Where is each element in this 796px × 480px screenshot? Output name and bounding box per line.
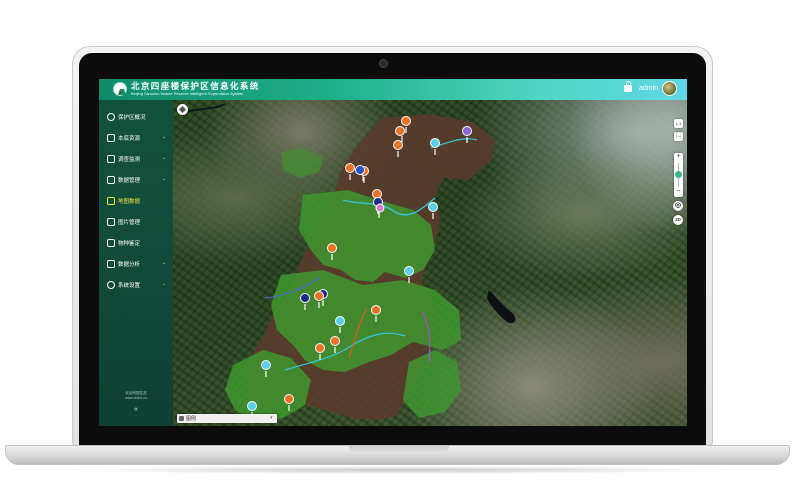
fullscreen-button[interactable]: ⛶ [674, 132, 683, 141]
base-notch [349, 446, 449, 454]
sidebar-item-survey-monitoring[interactable]: 调查监测 ⌄ [99, 150, 173, 170]
sidebar: 保护区概况 本底资源 ⌄ 调查监测 ⌄ 数据管理 ⌄ 地图数据 图片管理 物种鉴… [99, 100, 173, 426]
username[interactable]: admin [639, 85, 658, 92]
reserve-buffer-zone [281, 148, 323, 178]
laptop-base [5, 445, 790, 465]
layer-switch-button[interactable] [177, 104, 188, 115]
lock-icon[interactable] [624, 81, 632, 92]
species-icon [107, 239, 115, 247]
view-mode-toggle[interactable]: 2D [673, 215, 683, 225]
map-icon [107, 197, 115, 205]
database-icon [107, 176, 115, 184]
river [184, 103, 226, 113]
scale-button[interactable]: 1:1 [674, 119, 683, 128]
sidebar-item-baseline-resources[interactable]: 本底资源 ⌄ [99, 129, 173, 149]
locate-button[interactable]: ◎ [673, 201, 683, 211]
sidebar-item-label: 调查监测 [118, 157, 141, 163]
analysis-icon [107, 260, 115, 268]
chevron-down-icon: ⌄ [162, 281, 167, 287]
app-screen: 北京四座楼保护区信息化系统 Beijing Sizuolou Nature Re… [99, 79, 687, 426]
sidebar-item-label: 数据管理 [118, 178, 141, 184]
chevron-down-icon: ⌄ [162, 176, 167, 182]
chevron-down-icon: ⌄ [162, 134, 167, 140]
sidebar-item-label: 地图数据 [118, 199, 141, 205]
zoom-in-button[interactable]: + [674, 153, 683, 160]
monitor-icon [107, 155, 115, 163]
reserve-logo-icon [113, 82, 127, 96]
sidebar-item-image-management[interactable]: 图片管理 [99, 213, 173, 233]
system-subtitle: Beijing Sizuolou Nature Reserve Intellig… [131, 91, 244, 96]
webcam-icon [379, 59, 388, 68]
legend-dropdown[interactable]: 图例 ▾ [177, 414, 277, 423]
sidebar-item-system-settings[interactable]: 系统设置 ⌄ [99, 276, 173, 296]
sidebar-item-label: 图片管理 [118, 220, 141, 226]
zoom-control: + − [674, 153, 683, 197]
zoom-slider-handle[interactable] [675, 171, 682, 178]
legend-icon [179, 416, 184, 421]
chevron-down-icon: ⌄ [162, 155, 167, 161]
footer-website[interactable]: www.zhibit.cn [99, 396, 173, 400]
sidebar-item-label: 本底资源 [118, 136, 141, 142]
chevron-down-icon: ▾ [270, 415, 273, 421]
layers-icon [178, 105, 187, 114]
gear-icon [107, 281, 115, 289]
folder-icon [107, 134, 115, 142]
sidebar-item-label: 保护区概况 [118, 115, 146, 121]
sidebar-item-label: 数据分析 [118, 262, 141, 268]
collapse-sidebar-button[interactable]: « [99, 406, 173, 413]
map-overlay [184, 103, 516, 422]
sidebar-item-overview[interactable]: 保护区概况 [99, 108, 173, 128]
sidebar-item-species-identification[interactable]: 物种鉴定 [99, 234, 173, 254]
sidebar-item-data-analysis[interactable]: 数据分析 ⌄ [99, 255, 173, 275]
sidebar-item-data-management[interactable]: 数据管理 ⌄ [99, 171, 173, 191]
zoom-out-button[interactable]: − [674, 188, 683, 195]
info-icon [107, 113, 115, 121]
chevron-down-icon: ⌄ [162, 260, 167, 266]
avatar[interactable] [662, 81, 677, 96]
header-bar: 北京四座楼保护区信息化系统 Beijing Sizuolou Nature Re… [99, 79, 687, 100]
reservoir [487, 290, 516, 324]
sidebar-item-label: 物种鉴定 [118, 241, 141, 247]
sidebar-item-map-data[interactable]: 地图数据 [99, 192, 173, 212]
image-icon [107, 218, 115, 226]
sidebar-item-label: 系统设置 [118, 283, 141, 289]
satellite-map[interactable]: 1:1 ⛶ + − ◎ 2D 图例 ▾ [173, 100, 687, 426]
laptop-shadow [60, 466, 736, 474]
legend-label: 图例 [186, 416, 197, 422]
